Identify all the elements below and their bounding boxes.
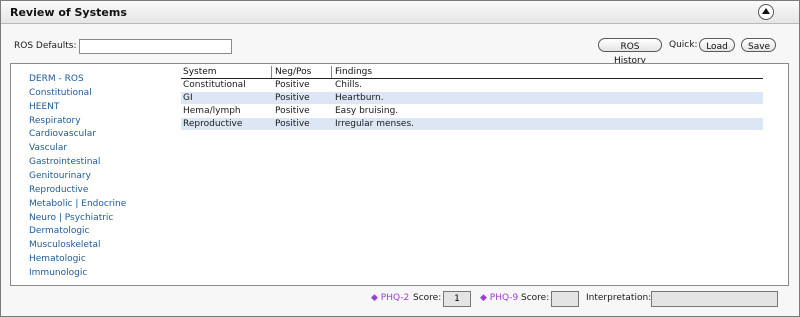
cell-system: Constitutional [183, 80, 246, 90]
quick-label: Quick: [669, 40, 698, 50]
system-item-dermatologic[interactable]: Dermatologic [29, 226, 90, 236]
chevron-up-circle-icon[interactable] [758, 4, 774, 20]
cell-neg-pos: Positive [275, 119, 310, 129]
interpretation-field [651, 291, 778, 307]
table-row[interactable]: Constitutional Positive Chills. [181, 79, 763, 91]
system-item-neuro-psychiatric[interactable]: Neuro | Psychiatric [29, 213, 113, 223]
ros-history-button[interactable]: ROS History [598, 38, 662, 66]
phq2-score-field [443, 291, 471, 307]
panel-header: Review of Systems [1, 1, 799, 24]
column-divider [331, 66, 332, 78]
column-header-neg-pos[interactable]: Neg/Pos [275, 67, 311, 77]
panel-title: Review of Systems [10, 6, 127, 19]
cell-system: Reproductive [183, 119, 243, 129]
interpretation-label: Interpretation: [586, 293, 652, 303]
load-button[interactable]: Load [699, 38, 735, 52]
column-header-system[interactable]: System [183, 67, 217, 77]
phq9-score-field [551, 291, 579, 307]
column-divider [271, 66, 272, 78]
save-button[interactable]: Save [741, 38, 776, 52]
table-row[interactable]: Reproductive Positive Irregular menses. [181, 118, 763, 130]
system-item-genitourinary[interactable]: Genitourinary [29, 171, 91, 181]
table-header: System Neg/Pos Findings [181, 66, 763, 79]
system-item-musculoskeletal[interactable]: Musculoskeletal [29, 240, 101, 250]
system-item-cardiovascular[interactable]: Cardiovascular [29, 129, 96, 139]
system-item-respiratory[interactable]: Respiratory [29, 116, 81, 126]
system-item-gastrointestinal[interactable]: Gastrointestinal [29, 157, 100, 167]
findings-table: System Neg/Pos Findings Constitutional P… [178, 63, 789, 286]
cell-neg-pos: Positive [275, 106, 310, 116]
phq9-score-label: Score: [521, 293, 550, 303]
system-item-vascular[interactable]: Vascular [29, 143, 67, 153]
phq9-link[interactable]: ◆ PHQ-9 [480, 293, 518, 303]
system-item-constitutional[interactable]: Constitutional [29, 88, 92, 98]
system-item-reproductive[interactable]: Reproductive [29, 185, 88, 195]
phq2-score-label: Score: [413, 293, 442, 303]
cell-system: Hema/lymph [183, 106, 241, 116]
system-item-derm-ros[interactable]: DERM - ROS [29, 74, 84, 84]
ros-defaults-label: ROS Defaults: [14, 41, 77, 51]
cell-neg-pos: Positive [275, 93, 310, 103]
system-item-metabolic-endocrine[interactable]: Metabolic | Endocrine [29, 199, 126, 209]
table-row[interactable]: Hema/lymph Positive Easy bruising. [181, 105, 763, 117]
system-item-hematologic[interactable]: Hematologic [29, 254, 86, 264]
cell-findings: Easy bruising. [335, 106, 399, 116]
column-header-findings[interactable]: Findings [335, 67, 372, 77]
ros-defaults-input[interactable] [79, 39, 232, 54]
cell-findings: Irregular menses. [335, 119, 415, 129]
cell-findings: Heartburn. [335, 93, 384, 103]
phq2-link[interactable]: ◆ PHQ-2 [371, 293, 409, 303]
system-item-heent[interactable]: HEENT [29, 102, 59, 112]
cell-neg-pos: Positive [275, 80, 310, 90]
table-row[interactable]: GI Positive Heartburn. [181, 92, 763, 104]
cell-findings: Chills. [335, 80, 363, 90]
cell-system: GI [183, 93, 193, 103]
system-item-immunologic[interactable]: Immunologic [29, 268, 87, 278]
systems-list: DERM - ROS Constitutional HEENT Respirat… [10, 63, 179, 286]
